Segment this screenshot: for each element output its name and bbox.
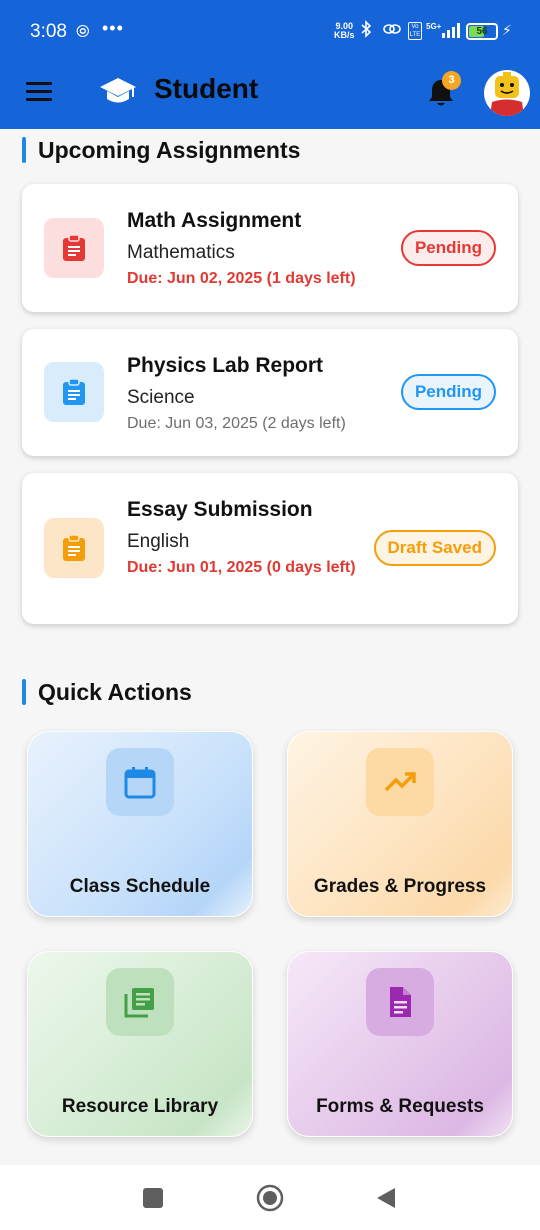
assignment-due: Due: Jun 02, 2025 (1 days left) [127,270,356,287]
section-title: Upcoming Assignments [38,136,301,163]
signal-icon [442,22,460,38]
home-icon[interactable] [256,1184,284,1212]
link-icon [382,20,402,43]
menu-icon[interactable] [26,82,52,104]
status-bar: 3:08 ⦾ ••• 9.00 KB/s Vo LTE 5G+ 56 ⚡︎ [0,0,540,64]
assignment-due: Due: Jun 03, 2025 (2 days left) [127,415,346,432]
assignment-card-math[interactable]: Math Assignment Mathematics Due: Jun 02,… [22,184,518,312]
app-title: Student [154,73,259,104]
app-bar: Student 3 [0,64,540,129]
assignment-subject: English [127,531,190,552]
volte-icon: Vo LTE [408,22,422,40]
charging-icon: ⚡︎ [502,22,512,38]
assignment-due: Due: Jun 01, 2025 (0 days left) [127,559,356,576]
assignment-card-physics[interactable]: Physics Lab Report Science Due: Jun 03, … [22,329,518,456]
battery-level: 56 [476,26,488,37]
tile-label: Resource Library [61,1096,219,1117]
app-notification-icon: ⦾ [76,22,90,41]
library-icon [106,968,174,1036]
assignment-title: Math Assignment [127,209,302,232]
resource-library-tile[interactable]: Resource Library [27,951,253,1137]
grades-progress-tile[interactable]: Grades & Progress [287,731,513,917]
document-icon [366,968,434,1036]
section-accent-bar [22,679,26,705]
class-schedule-tile[interactable]: Class Schedule [27,731,253,917]
clipboard-icon [44,218,104,278]
quick-actions-heading: Quick Actions [22,678,192,706]
notification-badge: 3 [442,71,461,90]
forms-requests-tile[interactable]: Forms & Requests [287,951,513,1137]
system-nav-bar [0,1165,540,1230]
tile-label: Forms & Requests [316,1096,484,1117]
tile-label: Grades & Progress [313,876,487,897]
tile-label: Class Schedule [69,876,211,897]
clipboard-icon [44,518,104,578]
section-accent-bar [22,137,26,163]
status-badge: Pending [400,374,496,410]
assignment-subject: Mathematics [127,242,235,263]
calendar-icon [106,748,174,816]
network-speed: 9.00 KB/s [334,22,355,40]
network-type: 5G+ [426,22,442,31]
avatar[interactable] [484,70,530,116]
more-notifications-icon: ••• [102,18,124,38]
status-badge: Pending [400,230,496,266]
bluetooth-icon [360,20,372,43]
trending-up-icon [366,748,434,816]
network-speed-unit: KB/s [334,30,355,40]
assignment-title: Essay Submission [127,498,313,521]
upcoming-assignments-heading: Upcoming Assignments [22,136,300,164]
clipboard-icon [44,362,104,422]
back-icon[interactable] [375,1186,397,1210]
status-badge: Draft Saved [373,530,496,566]
assignment-card-essay[interactable]: Essay Submission English Due: Jun 01, 20… [22,473,518,624]
status-time: 3:08 [30,21,67,42]
assignment-subject: Science [127,387,195,408]
recent-apps-icon[interactable] [142,1187,164,1209]
battery-icon: 56 [466,23,498,40]
assignment-title: Physics Lab Report [127,354,324,377]
section-title: Quick Actions [38,678,192,705]
graduation-cap-icon [100,78,136,103]
